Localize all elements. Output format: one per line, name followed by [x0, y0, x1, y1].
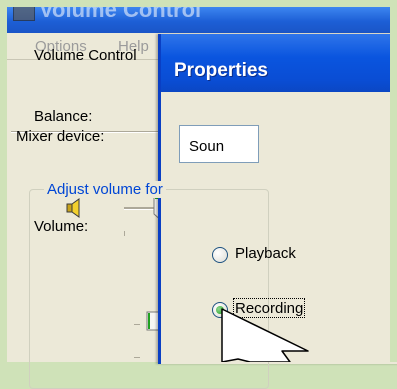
properties-dialog-title: Properties	[174, 60, 268, 81]
adjust-volume-legend: Adjust volume for	[44, 181, 166, 198]
mixer-device-select[interactable]: Soun	[179, 125, 259, 163]
mixer-device-value: Soun	[189, 138, 225, 155]
arrow-cursor-icon	[221, 308, 309, 362]
volume-control-titlebar[interactable]: Volume Control	[7, 7, 390, 33]
playback-radio-label[interactable]: Playback	[235, 245, 296, 262]
volume-control-app-icon	[13, 7, 35, 21]
playback-radio[interactable]	[212, 247, 228, 263]
volume-control-panel-title: Volume Control	[34, 47, 137, 64]
mixer-device-label: Mixer device:	[16, 128, 105, 145]
balance-label: Balance:	[34, 108, 93, 125]
properties-titlebar[interactable]: Properties	[161, 34, 397, 92]
volume-control-window-title: Volume Control	[39, 7, 202, 22]
